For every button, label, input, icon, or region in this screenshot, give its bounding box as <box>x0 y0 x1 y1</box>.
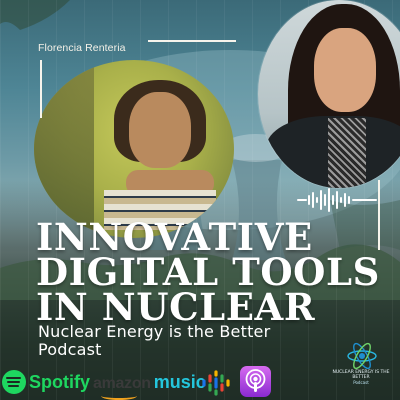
apple-podcasts-icon[interactable] <box>240 366 271 397</box>
decorative-line-vertical <box>40 60 42 118</box>
music-wordmark: music <box>153 372 206 392</box>
brand-logo-text: NUCLEAR ENERGY IS THE BETTER Podcast <box>328 370 394 385</box>
google-podcasts-icon[interactable] <box>201 370 231 396</box>
brand-logo-line-1: NUCLEAR ENERGY IS THE BETTER <box>332 370 390 380</box>
spotify-logo[interactable]: Spotify <box>2 370 90 394</box>
amazon-wordmark: amazon <box>93 375 151 392</box>
podcast-brand-logo: NUCLEAR ENERGY IS THE BETTER Podcast <box>328 342 394 400</box>
atom-logo-icon <box>347 342 377 370</box>
decorative-line-horizontal <box>148 40 236 42</box>
episode-headline: INNOVATIVE DIGITAL TOOLS IN NUCLEAR <box>36 219 396 329</box>
spotify-logo-icon <box>2 370 26 394</box>
headline-line-3: IN NUCLEAR <box>36 285 316 329</box>
guest-photo-reading <box>34 60 234 238</box>
spotify-wordmark: Spotify <box>29 371 90 392</box>
podcast-title: Nuclear Energy is the Better Podcast <box>38 323 338 359</box>
audio-waveform-icon <box>297 188 377 212</box>
brand-logo-line-2: Podcast <box>353 380 369 385</box>
guest-name: Florencia Renteria <box>38 42 126 54</box>
subtitle-line-2: Podcast <box>38 340 102 359</box>
amazon-music-logo[interactable]: amazon music <box>93 372 206 400</box>
subtitle-line-1: Nuclear Energy is the Better <box>38 322 271 341</box>
amazon-smile-icon <box>101 392 137 400</box>
podcast-cover-art: Florencia Renteria INNOVATIVE DIGITAL TO… <box>0 0 400 400</box>
